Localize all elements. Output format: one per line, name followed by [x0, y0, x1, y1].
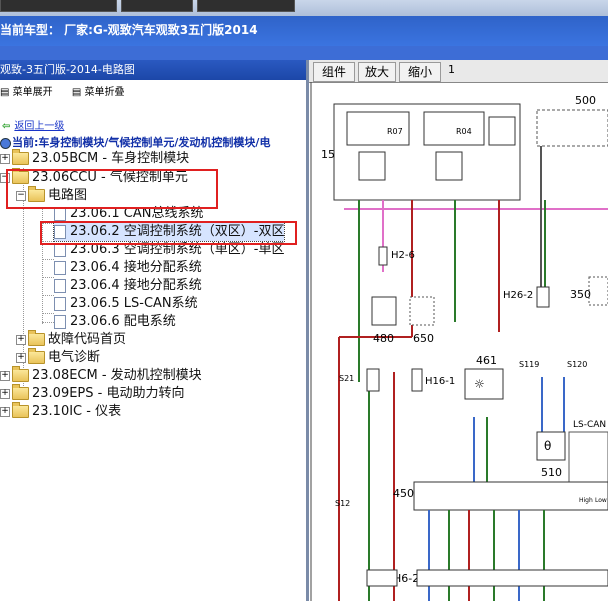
- label-c650: 650: [413, 332, 434, 345]
- label-c500: 500: [575, 94, 596, 107]
- label-r04: R04: [456, 127, 472, 136]
- tree-item-label: 23.06.6 配电系统: [70, 314, 176, 329]
- label-c461: 461: [476, 354, 497, 367]
- folder-icon: [12, 402, 29, 418]
- toolbar-button[interactable]: [197, 0, 295, 12]
- expand-icon[interactable]: +: [0, 388, 10, 399]
- label-c350: 350: [570, 288, 591, 301]
- svg-text:θ: θ: [544, 439, 551, 453]
- toolbar-button[interactable]: [0, 0, 117, 12]
- tree-connector: [23, 199, 24, 324]
- expand-icon[interactable]: +: [16, 352, 26, 363]
- tree-connector: [42, 277, 54, 278]
- svg-text:☼: ☼: [474, 377, 485, 391]
- document-icon: [54, 314, 66, 329]
- tree-item-label: 23.09EPS - 电动助力转向: [32, 386, 185, 401]
- current-model-bar: 当前车型： 厂家:G-观致汽车观致3五门版2014: [0, 16, 608, 46]
- tree-connector: [42, 313, 54, 314]
- label-c15: 15: [321, 148, 335, 161]
- tree-item-power-distribution[interactable]: 23.06.6 配电系统: [54, 313, 176, 331]
- folder-icon: [12, 149, 29, 165]
- header-gap: [0, 46, 608, 60]
- tree-item-label: 故障代码首页: [48, 332, 127, 347]
- label-r07: R07: [387, 127, 403, 136]
- current-model-label: 当前车型： 厂家:G-观致汽车观致3五门版2014: [0, 23, 258, 37]
- folder-icon: [28, 348, 45, 364]
- tree-item-label: 23.05BCM - 车身控制模块: [32, 151, 190, 166]
- label-c450: 450: [393, 487, 414, 500]
- tree-item-fault-codes[interactable]: + 故障代码首页: [16, 330, 127, 349]
- expand-icon[interactable]: +: [0, 406, 10, 417]
- expand-icon[interactable]: +: [0, 153, 10, 164]
- tree-item-electrical-diagnosis[interactable]: + 电气诊断: [16, 348, 101, 367]
- wiring-diagram[interactable]: 15 R07 R04 500 H2-6 480 650 H26-2 350 46…: [309, 82, 608, 601]
- diagram-panel: 组件 放大 缩小 1 15 R07 R04 500 H2-6 480 650 H…: [309, 60, 608, 601]
- navigation-panel: 观致-3五门版-2014-电路图 ▤ 菜单展开 ▤ 菜单折叠 ⇦ 返回上一级 当前…: [0, 60, 309, 601]
- label-s12: S12: [335, 499, 350, 508]
- expand-icon[interactable]: +: [0, 370, 10, 381]
- toolbar-button[interactable]: [121, 0, 193, 12]
- tree-item-ground-distribution[interactable]: 23.06.4 接地分配系统: [54, 277, 202, 295]
- label-high: High: [579, 497, 593, 504]
- path-icon: [0, 137, 11, 149]
- tree-item-ls-can[interactable]: 23.06.5 LS-CAN系统: [54, 295, 198, 313]
- menu-collapse-label: 菜单折叠: [84, 87, 125, 98]
- highlight-box-selected: [40, 221, 297, 245]
- document-icon: [54, 260, 66, 275]
- zoom-out-button[interactable]: 缩小: [399, 62, 441, 82]
- menu-expand-label: 菜单展开: [12, 87, 53, 98]
- tree-connector: [42, 295, 54, 296]
- page-number: 1: [448, 63, 455, 76]
- tree-item-label: 23.06.4 接地分配系统: [70, 260, 202, 275]
- label-s119: S119: [519, 360, 539, 369]
- label-c510: 510: [541, 466, 562, 479]
- tree-item-label: 电气诊断: [48, 350, 101, 365]
- tree-connector: [42, 259, 54, 260]
- back-link-label: 返回上一级: [14, 121, 65, 132]
- menu-expand-button[interactable]: ▤ 菜单展开: [0, 87, 53, 98]
- menu-collapse-button[interactable]: ▤ 菜单折叠: [72, 87, 125, 98]
- back-link[interactable]: ⇦ 返回上一级: [2, 117, 64, 132]
- tree-item-eps[interactable]: +23.09EPS - 电动助力转向: [0, 384, 185, 403]
- document-icon: [54, 296, 66, 311]
- expand-icon[interactable]: +: [16, 334, 26, 345]
- document-icon: [54, 278, 66, 293]
- folder-icon: [12, 366, 29, 382]
- tree-item-label: 23.06.5 LS-CAN系统: [70, 296, 198, 311]
- label-h2-6: H2-6: [391, 250, 415, 261]
- label-c480: 480: [373, 332, 394, 345]
- folder-icon: [28, 330, 45, 346]
- label-s120: S120: [567, 360, 587, 369]
- tree-item-bcm[interactable]: +23.05BCM - 车身控制模块: [0, 149, 190, 168]
- diagram-toolbar: 组件 放大 缩小 1: [309, 60, 608, 83]
- tree-item-label: 23.06.4 接地分配系统: [70, 278, 202, 293]
- label-h26-2: H26-2: [503, 290, 533, 301]
- folder-icon: [12, 384, 29, 400]
- zoom-in-button[interactable]: 放大: [358, 62, 396, 82]
- tree-item-ground-distribution[interactable]: 23.06.4 接地分配系统: [54, 259, 202, 277]
- tree-item-label: 23.08ECM - 发动机控制模块: [32, 368, 202, 383]
- tab-components[interactable]: 组件: [313, 62, 355, 82]
- panel-title: 观致-3五门版-2014-电路图: [0, 60, 306, 80]
- path-text: 当前:车身控制模块/气候控制单元/发动机控制模块/电: [12, 136, 271, 149]
- tree-item-ecm[interactable]: +23.08ECM - 发动机控制模块: [0, 366, 202, 385]
- tree-connector: [42, 322, 54, 323]
- label-h16-1: H16-1: [425, 376, 455, 387]
- back-arrow-icon: ⇦: [2, 121, 11, 132]
- tree-item-ic[interactable]: +23.10IC - 仪表: [0, 402, 122, 421]
- current-path: 当前:车身控制模块/气候控制单元/发动机控制模块/电: [0, 134, 270, 150]
- top-toolbar: [0, 0, 608, 17]
- highlight-box-ccu: [6, 169, 218, 209]
- menu-row: ▤ 菜单展开 ▤ 菜单折叠: [0, 83, 140, 98]
- label-s21: S21: [339, 374, 354, 383]
- tree-item-label: 23.10IC - 仪表: [32, 404, 122, 419]
- label-ls-can: LS-CAN: [573, 420, 606, 430]
- label-low: Low: [595, 497, 607, 504]
